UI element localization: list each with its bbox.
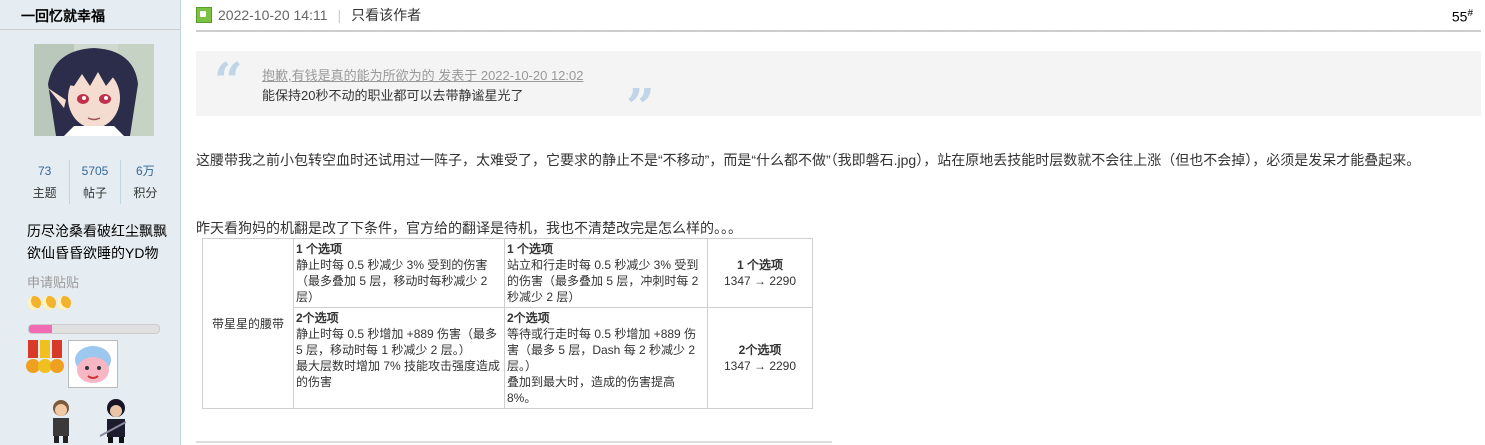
table-row: 2个选项 静止时每 0.5 秒增加 +889 伤害（最多 5 层，移动时每 1 …: [203, 307, 813, 409]
stat-threads-value[interactable]: 73: [20, 160, 69, 182]
post-paragraph: 昨天看狗妈的机翻是改了下条件，官方给的翻译是待机，我也不清楚改完是怎么样的。。。: [196, 220, 742, 236]
cell-title: 2个选项: [738, 343, 782, 357]
quote-block: “ 抱歉,有钱是真的能为所欲为的 发表于 2022-10-20 12:02 能保…: [196, 51, 1481, 136]
meta-divider: |: [337, 7, 342, 23]
stat-posts-label: 帖子: [82, 186, 107, 200]
user-stats: 73 主题 5705 帖子 6万 积分: [20, 160, 170, 204]
stat-threads-label: 主题: [32, 186, 57, 200]
only-author-link[interactable]: 只看该作者: [351, 5, 421, 25]
medal-icon[interactable]: [26, 340, 64, 378]
table-row: 带星星的腰带 1 个选项 静止时每 0.5 秒减少 3% 受到的伤害（最多叠加 …: [202, 238, 813, 409]
divider: [196, 30, 1481, 32]
level-moons: [27, 296, 71, 310]
cell-text: 静止时每 0.5 秒增加 +889 伤害（最多 5 层，移动时每 1 秒减少 2…: [296, 327, 498, 357]
cell-text: 静止时每 0.5 秒减少 3% 受到的伤害（最多叠加 5 层，移动时每秒减少 2…: [296, 258, 488, 304]
mascot-badge-icon[interactable]: [68, 340, 118, 388]
open-quote-icon: “: [214, 51, 243, 110]
moon-icon: [57, 296, 71, 310]
character-sprite-icon: [53, 400, 69, 443]
item-name-cell: 带星星的腰带: [202, 238, 294, 409]
cell-title: 2个选项: [507, 311, 550, 325]
divider: [196, 441, 832, 443]
stat-threads[interactable]: 73 主题: [20, 160, 71, 204]
quote-source-link[interactable]: 抱歉,有钱是真的能为所欲为的 发表于 2022-10-20 12:02: [262, 65, 583, 84]
post-timestamp: 2022-10-20 14:11: [218, 7, 328, 23]
table-cell: 2个选项 1347 → 2290: [707, 307, 813, 409]
cell-value: 1347 → 2290: [723, 274, 797, 288]
stat-points-label: 积分: [133, 186, 158, 200]
floor-mark: #: [1467, 8, 1473, 19]
cell-title: 1 个选项: [507, 242, 554, 256]
user-title: 历尽沧桑看破红尘飘飘 欲仙昏昏欲睡的YD物: [27, 220, 177, 264]
cell-text: 站立和行走时每 0.5 秒减少 3% 受到的伤害（最多叠加 5 层，冲刺时每 2…: [507, 258, 699, 304]
cell-text: 等待或行走时每 0.5 秒增加 +889 伤害（最多 5 层，Dash 每 2 …: [507, 327, 697, 373]
user-title-line-2: 欲仙昏昏欲睡的YD物: [27, 245, 159, 261]
post-content: 2022-10-20 14:11 | 只看该作者 55# “ 抱歉,有钱是真的能…: [196, 0, 1481, 445]
table-cell: 1 个选项 1347 → 2290: [707, 238, 813, 308]
username[interactable]: 一回忆就幸福: [21, 6, 105, 26]
cell-title: 2个选项: [296, 311, 339, 325]
stat-points[interactable]: 6万 积分: [121, 160, 170, 204]
online-status-icon: [196, 7, 212, 23]
medals: [26, 340, 118, 388]
cell-title: 1 个选项: [736, 258, 783, 272]
sprites: [46, 398, 136, 443]
cell-value: 1347 → 2290: [723, 359, 797, 373]
post-meta: 2022-10-20 14:11 | 只看该作者: [196, 5, 421, 25]
quote-text: 能保持20秒不动的职业都可以去带静谧星光了: [262, 88, 524, 103]
floor-number[interactable]: 55#: [1452, 8, 1473, 25]
stat-points-value[interactable]: 6万: [121, 160, 170, 182]
level-progress-bar: [28, 324, 160, 334]
user-title-line-1: 历尽沧桑看破红尘飘飘: [27, 223, 167, 239]
stat-posts[interactable]: 5705 帖子: [70, 160, 121, 204]
level-progress-fill: [29, 325, 53, 333]
item-compare-table: 带星星的腰带 1 个选项 静止时每 0.5 秒减少 3% 受到的伤害（最多叠加 …: [202, 238, 813, 409]
cell-text: 叠加到最大时，造成的伤害提高 8%。: [507, 375, 676, 405]
stat-posts-value[interactable]: 5705: [70, 160, 119, 182]
post-paragraph: 这腰带我之前小包转空血时还试用过一阵子，太难受了，它要求的静止不是“不移动”，而…: [196, 152, 1421, 168]
table-cell: 2个选项 等待或行走时每 0.5 秒增加 +889 伤害（最多 5 层，Dash…: [504, 307, 708, 409]
floor-number-value: 55: [1451, 8, 1468, 25]
apply-sticker-link[interactable]: 申请贴贴: [27, 272, 79, 291]
avatar-image: [34, 44, 154, 136]
moon-icon: [42, 296, 56, 310]
table-cell: 1 个选项 静止时每 0.5 秒减少 3% 受到的伤害（最多叠加 5 层，移动时…: [293, 238, 505, 308]
cell-text: 最大层数时增加 7% 技能攻击强度造成的伤害: [296, 359, 501, 389]
avatar[interactable]: [34, 44, 154, 136]
moon-icon: [27, 296, 41, 310]
user-sidebar: 一回忆就幸福 73 主题 5705 帖子 6万 积分 历尽沧桑看破红尘飘飘 欲仙…: [0, 0, 181, 445]
character-sprite-icon: [99, 399, 127, 443]
divider: [0, 29, 180, 30]
table-cell: 2个选项 静止时每 0.5 秒增加 +889 伤害（最多 5 层，移动时每 1 …: [293, 307, 505, 409]
table-cell: 1 个选项 站立和行走时每 0.5 秒减少 3% 受到的伤害（最多叠加 5 层，…: [504, 238, 708, 308]
cell-title: 1 个选项: [296, 242, 343, 256]
close-quote-icon: ”: [626, 77, 655, 136]
